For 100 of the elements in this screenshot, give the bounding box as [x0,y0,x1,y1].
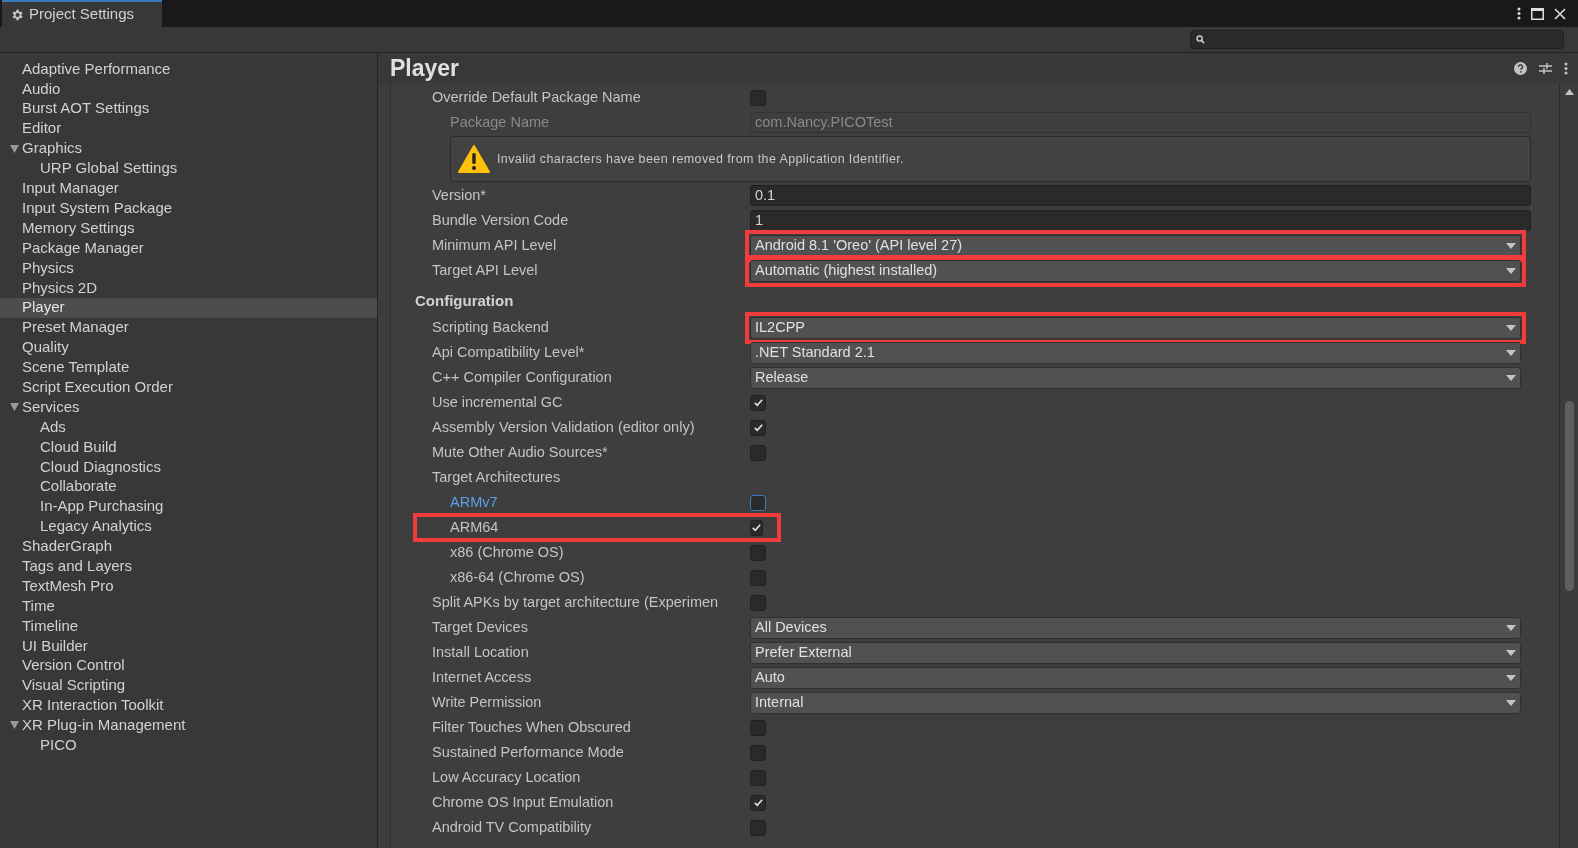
field-label: Version* [432,185,487,205]
field-label: Target Devices [432,617,529,637]
field-label: x86-64 (Chrome OS) [450,567,586,587]
field-label: Low Accuracy Location [432,767,582,787]
sidebar-item[interactable]: URP Global Settings [0,158,377,179]
field-label: Minimum API Level [432,235,558,255]
sidebar-item[interactable]: Legacy Analytics [0,516,377,537]
dropdown[interactable]: Auto [750,666,1521,689]
sidebar-item[interactable]: Quality [0,337,377,358]
maximize-icon[interactable] [1531,7,1544,20]
sidebar-item[interactable]: Cloud Build [0,436,377,457]
sidebar-item[interactable]: Version Control [0,655,377,676]
caret-icon [1506,349,1516,356]
field-label: ARMv7 [450,492,499,512]
caret-icon [1506,374,1516,381]
window-tab[interactable]: Project Settings [2,0,162,27]
checkbox[interactable] [750,494,766,511]
sidebar-item[interactable]: Visual Scripting [0,675,377,696]
sidebar-item[interactable]: XR Plug-in Management [0,715,377,736]
checkbox[interactable] [750,89,766,106]
caret-icon [1506,267,1516,274]
sidebar-item[interactable]: Preset Manager [0,317,377,338]
caret-icon [1506,649,1516,656]
field-label: C++ Compiler Configuration [432,367,613,387]
warning-text: Invalid characters have been removed from the Application Identifier. [497,150,904,168]
gear-icon [10,7,24,22]
dropdown[interactable]: All Devices [750,616,1521,639]
sidebar-item[interactable]: Time [0,596,377,616]
dropdown[interactable]: Automatic (highest installed) [750,259,1521,282]
sidebar-item[interactable]: Timeline [0,615,377,636]
sidebar-item[interactable]: Graphics [0,138,377,159]
search-field[interactable] [1190,30,1564,49]
sidebar-item[interactable]: Audio [0,78,377,99]
caret-icon [1506,624,1516,631]
sidebar-item[interactable]: Physics 2D [0,277,377,298]
dropdown[interactable]: IL2CPP [750,316,1521,339]
field-label: Package Name [450,112,551,132]
field-label: Split APKs by target architecture (Experimen [432,592,720,612]
section-header: Configuration [415,290,514,311]
sidebar-item[interactable]: TextMesh Pro [0,576,377,597]
scrollbar-thumb[interactable] [1564,401,1574,591]
checkbox[interactable] [750,794,766,811]
dropdown[interactable]: Prefer External [750,641,1521,664]
checkbox[interactable] [750,394,766,411]
more-icon[interactable] [1517,7,1521,20]
checkbox[interactable] [750,719,766,736]
dropdown[interactable]: .NET Standard 2.1 [750,341,1521,364]
dropdown[interactable]: Internal [750,691,1521,714]
sidebar-item[interactable]: UI Builder [0,635,377,656]
close-icon[interactable] [1554,7,1566,20]
field-label: Mute Other Audio Sources* [432,442,609,462]
field-label: Install Location [432,642,530,662]
expand-arrow-icon [9,721,19,730]
sidebar-item[interactable]: Adaptive Performance [0,59,377,79]
checkbox[interactable] [750,769,766,786]
sidebar-item[interactable]: Tags and Layers [0,556,377,577]
sidebar-item[interactable]: Physics [0,257,377,278]
checkbox[interactable] [750,594,766,611]
checkbox[interactable] [750,544,766,561]
text-field[interactable]: 1 [750,210,1531,231]
field-label: Bundle Version Code [432,210,570,230]
sidebar-item[interactable]: ShaderGraph [0,536,377,557]
checkbox[interactable] [750,744,766,761]
dropdown[interactable]: Android 8.1 'Oreo' (API level 27) [750,234,1521,257]
text-field[interactable]: 0.1 [750,185,1531,206]
more-icon[interactable] [1564,61,1568,75]
checkbox[interactable] [750,819,766,836]
checkbox[interactable] [750,569,766,586]
caret-icon [1506,699,1516,706]
warning-icon [457,144,491,174]
checkbox[interactable] [750,419,766,436]
field-label: Scripting Backend [432,317,550,337]
expand-arrow-icon [9,144,19,153]
sidebar-item[interactable]: Editor [0,118,377,139]
sidebar-item[interactable]: Burst AOT Settings [0,98,377,119]
sidebar-item[interactable]: In-App Purchasing [0,496,377,517]
field-label: x86 (Chrome OS) [450,542,565,562]
field-label: Internet Access [432,667,533,687]
caret-icon [1506,324,1516,331]
dropdown[interactable]: Release [750,366,1521,389]
sidebar-item[interactable]: Collaborate [0,476,377,497]
sidebar-item[interactable]: Player [0,297,377,318]
sidebar-item[interactable]: XR Interaction Toolkit [0,695,377,716]
field-label: Assembly Version Validation (editor only) [432,417,696,437]
sidebar-item[interactable]: Services [0,397,377,418]
sidebar-item[interactable]: Script Execution Order [0,377,377,398]
help-icon[interactable] [1514,61,1527,75]
sidebar-item[interactable]: Package Manager [0,238,377,258]
sidebar-item[interactable]: Input System Package [0,198,377,219]
panel-title: Player [390,53,460,83]
sidebar-item[interactable]: Ads [0,417,377,437]
checkbox[interactable] [750,444,766,461]
sidebar-item[interactable]: Input Manager [0,178,377,199]
sliders-icon[interactable] [1539,61,1552,75]
caret-icon [1506,242,1516,249]
sidebar-item[interactable]: Scene Template [0,357,377,378]
sidebar-item[interactable]: Cloud Diagnostics [0,456,377,477]
sidebar-item[interactable]: Memory Settings [0,218,377,238]
sidebar-item[interactable]: PICO [0,735,377,756]
checkbox[interactable] [750,519,763,536]
